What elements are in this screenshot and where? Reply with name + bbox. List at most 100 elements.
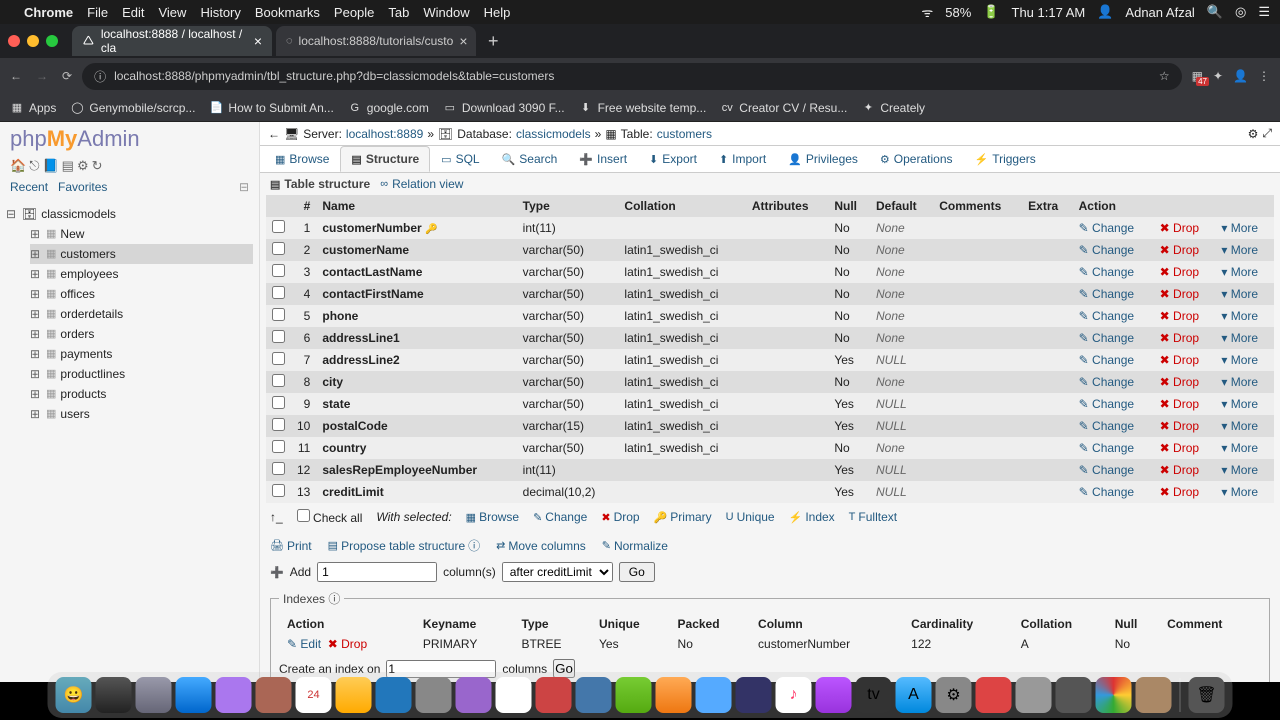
dock-trash-icon[interactable]: 🗑 [1189,677,1225,713]
menu-view[interactable]: View [158,5,186,20]
menu-bookmarks[interactable]: Bookmarks [255,5,320,20]
logout-icon[interactable]: ⎋ [29,158,39,174]
tab-triggers[interactable]: ⚡Triggers [964,146,1047,172]
normalize-link[interactable]: ✎Normalize [602,537,668,554]
row-checkbox[interactable] [272,242,285,255]
drop-link[interactable]: ✖ Drop [1160,397,1199,411]
bookmark-item[interactable]: ✦Creately [861,101,925,115]
reload-button[interactable]: ⟳ [62,69,72,83]
bookmark-item[interactable]: Ggoogle.com [348,101,429,115]
bookmark-item[interactable]: ⬇Free website temp... [579,101,707,115]
row-checkbox[interactable] [272,220,285,233]
table-node-users[interactable]: ⊞▦users [30,404,253,424]
table-link[interactable]: customers [657,127,712,141]
index-drop-link[interactable]: ✖ Drop [328,637,367,651]
nav-back-icon[interactable]: ← [268,127,280,141]
sel-fulltext[interactable]: TFulltext [849,510,897,524]
more-link[interactable]: ▾ More [1221,331,1258,345]
row-checkbox[interactable] [272,418,285,431]
sel-change[interactable]: ✎Change [533,510,587,524]
menu-help[interactable]: Help [484,5,511,20]
drop-link[interactable]: ✖ Drop [1160,331,1199,345]
more-link[interactable]: ▾ More [1221,463,1258,477]
change-link[interactable]: ✎ Change [1079,243,1134,257]
info-icon[interactable]: ⓘ [94,68,106,85]
table-node-orders[interactable]: ⊞▦orders [30,324,253,344]
server-link[interactable]: localhost:8889 [346,127,423,141]
dock-app-icon[interactable] [216,677,252,713]
bookmark-item[interactable]: ◯Genymobile/scrcp... [70,101,195,115]
check-all[interactable]: Check all [297,509,363,525]
change-link[interactable]: ✎ Change [1079,463,1134,477]
settings-icon[interactable]: ⚙ [1248,127,1259,141]
pma-logo[interactable]: phpMyAdmin [6,126,253,156]
change-link[interactable]: ✎ Change [1079,485,1134,499]
row-checkbox[interactable] [272,286,285,299]
table-node-customers[interactable]: ⊞▦customers [30,244,253,264]
more-link[interactable]: ▾ More [1221,397,1258,411]
menu-edit[interactable]: Edit [122,5,144,20]
bookmark-item[interactable]: cvCreator CV / Resu... [720,101,847,115]
dock-app-icon[interactable] [1016,677,1052,713]
row-checkbox[interactable] [272,440,285,453]
recent-link[interactable]: Recent [10,180,48,194]
dock-app-icon[interactable] [616,677,652,713]
move-columns-link[interactable]: ⇄Move columns [496,537,586,554]
drop-link[interactable]: ✖ Drop [1160,309,1199,323]
clock[interactable]: Thu 1:17 AM [1012,5,1086,20]
db-link[interactable]: classicmodels [516,127,591,141]
more-link[interactable]: ▾ More [1221,353,1258,367]
bookmark-star-icon[interactable]: ☆ [1159,69,1170,83]
app-name[interactable]: Chrome [24,5,73,20]
sel-unique[interactable]: UUnique [726,510,775,524]
dock-notes-icon[interactable] [336,677,372,713]
change-link[interactable]: ✎ Change [1079,221,1134,235]
index-edit-link[interactable]: ✎ Edit [287,637,321,651]
browser-tab-1[interactable]: ◌ localhost:8888/tutorials/custo × [276,26,476,56]
dock-podcasts-icon[interactable] [816,677,852,713]
tab-insert[interactable]: ➕Insert [568,146,638,172]
control-center-icon[interactable]: ☰ [1258,4,1270,20]
browser-tab-0[interactable]: 🛆 localhost:8888 / localhost / cla × [72,26,272,56]
drop-link[interactable]: ✖ Drop [1160,287,1199,301]
tab-sql[interactable]: ▭SQL [430,146,490,172]
dock-app-icon[interactable] [736,677,772,713]
more-link[interactable]: ▾ More [1221,441,1258,455]
window-max-button[interactable] [46,35,58,47]
dock-app-icon[interactable] [536,677,572,713]
change-link[interactable]: ✎ Change [1079,265,1134,279]
profile-icon[interactable]: 👤 [1233,69,1248,83]
menu-people[interactable]: People [334,5,374,20]
dock-settings-icon[interactable]: ⚙ [936,677,972,713]
menu-history[interactable]: History [200,5,240,20]
dock-app-icon[interactable] [376,677,412,713]
window-min-button[interactable] [27,35,39,47]
new-tab-button[interactable]: + [480,31,507,52]
change-link[interactable]: ✎ Change [1079,375,1134,389]
change-link[interactable]: ✎ Change [1079,331,1134,345]
collapse-icon[interactable]: ⊟ [239,180,249,194]
sel-primary[interactable]: 🔑Primary [654,510,712,524]
tab-browse[interactable]: ▦Browse [264,146,340,172]
row-checkbox[interactable] [272,484,285,497]
menu-file[interactable]: File [87,5,108,20]
window-close-button[interactable] [8,35,20,47]
dock-calendar-icon[interactable]: 24 [296,677,332,713]
dock-chrome-icon[interactable] [1096,677,1132,713]
add-go-button[interactable]: Go [619,562,655,582]
table-node-products[interactable]: ⊞▦products [30,384,253,404]
tab-close-button[interactable]: × [254,33,262,49]
dock-app-icon[interactable] [696,677,732,713]
user-name[interactable]: Adnan Afzal [1125,5,1194,20]
dock-app-icon[interactable] [656,677,692,713]
settings-icon[interactable]: ⚙ [77,158,89,174]
dock-app-icon[interactable] [976,677,1012,713]
drop-link[interactable]: ✖ Drop [1160,485,1199,499]
menu-icon[interactable]: ⋮ [1258,69,1270,83]
help-icon[interactable]: ⓘ [328,592,340,606]
search-icon[interactable]: 🔍 [1207,4,1223,20]
propose-link[interactable]: ▤Propose table structure ⓘ [328,537,481,554]
dock-appstore-icon[interactable]: A [896,677,932,713]
url-input[interactable]: ⓘ localhost:8888/phpmyadmin/tbl_structur… [82,63,1182,90]
subtab-relation-view[interactable]: ∞Relation view [380,177,463,191]
